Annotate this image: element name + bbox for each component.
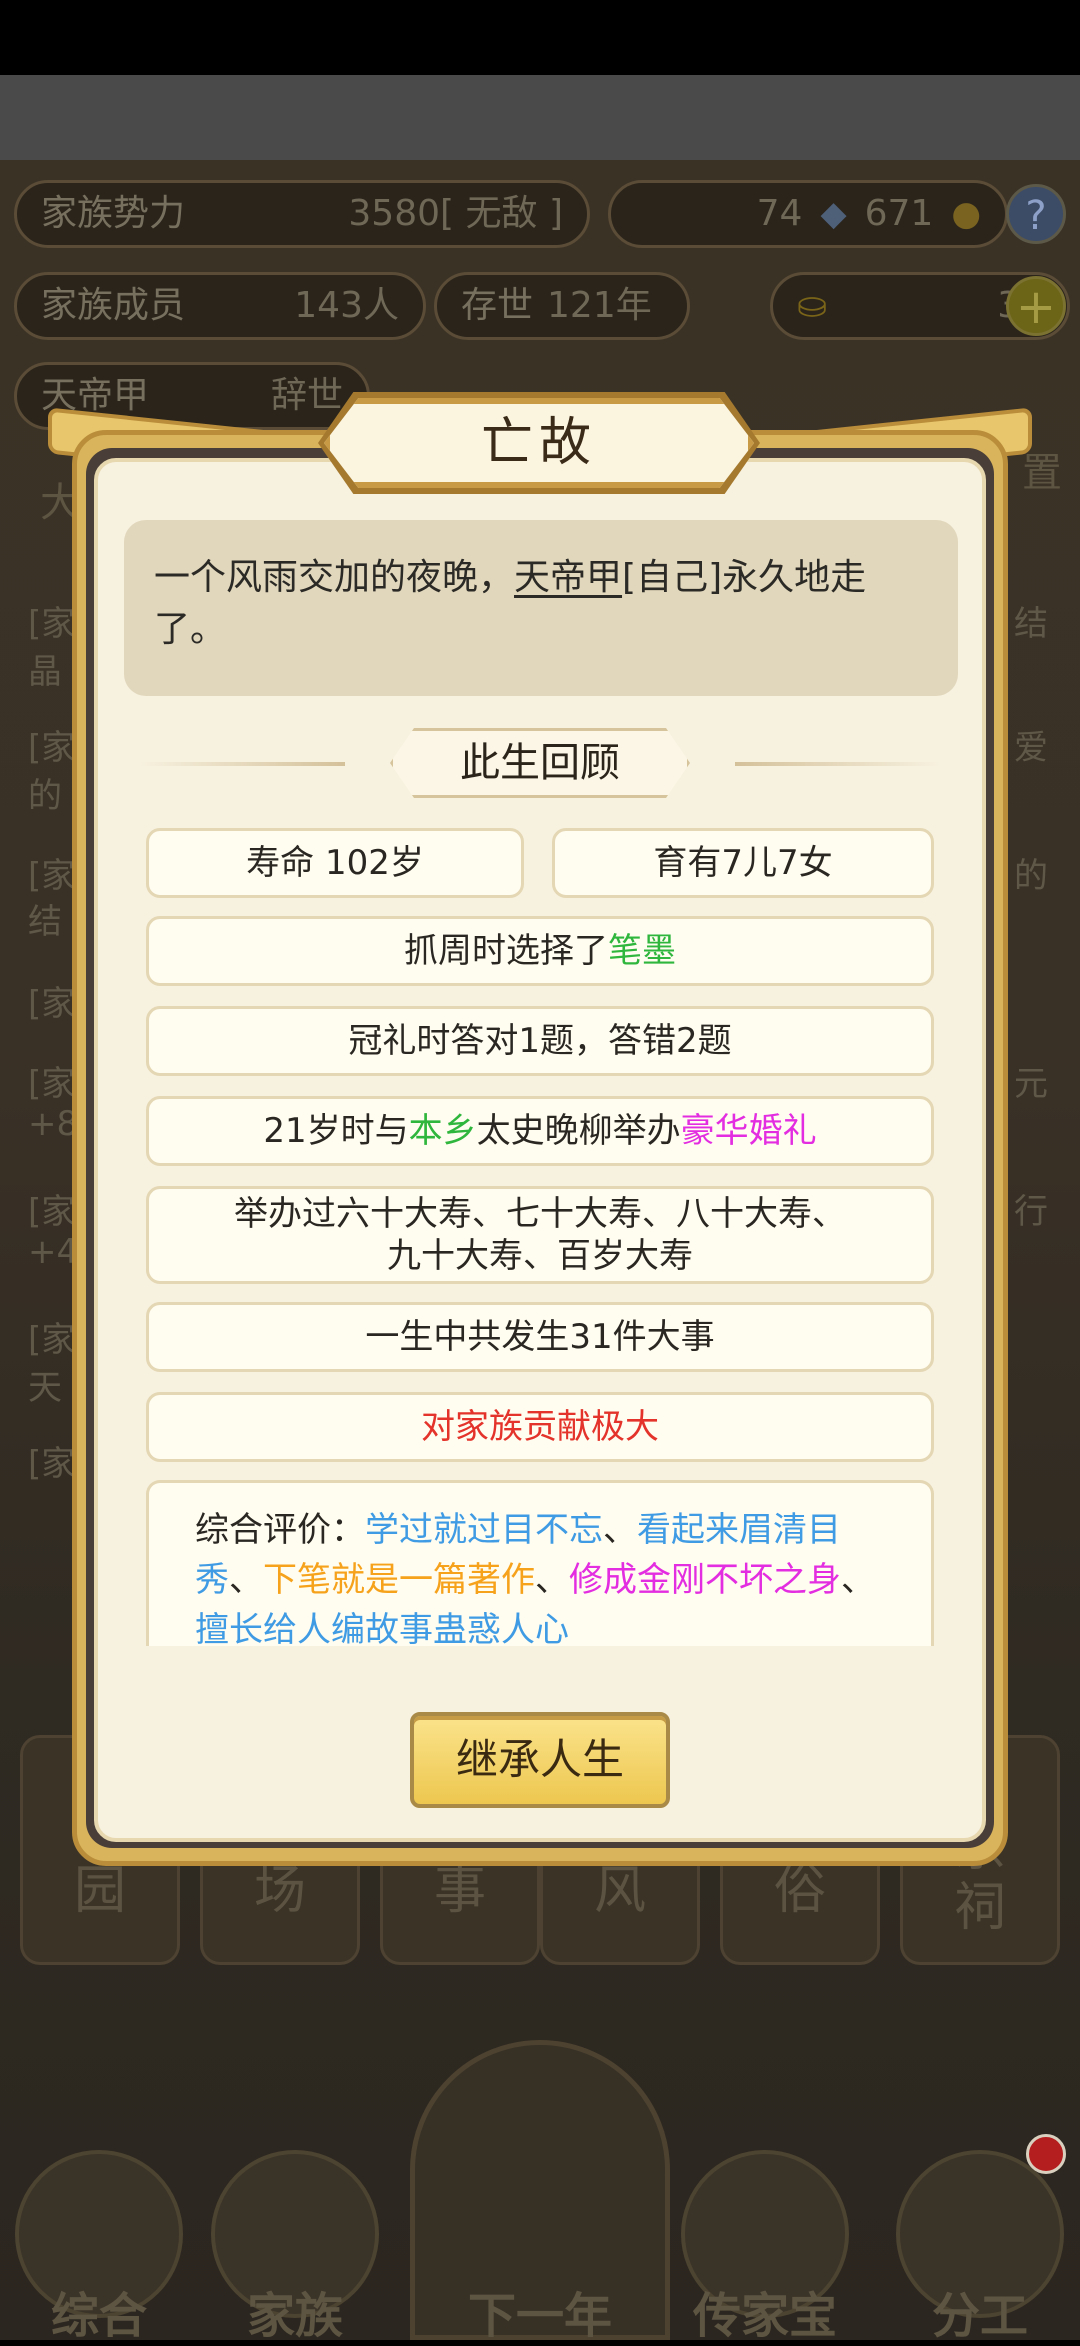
lifespan-item: 寿命 102岁 bbox=[146, 828, 524, 898]
top-bar bbox=[0, 75, 1080, 160]
existence-pill: 存世 121年 bbox=[434, 272, 690, 340]
add-gold-button[interactable]: + bbox=[1006, 276, 1066, 336]
family-power-rank: [ 无敌 ] bbox=[440, 193, 563, 234]
section-heading: 此生回顾 bbox=[140, 728, 940, 798]
divider bbox=[735, 762, 940, 766]
question-icon: ? bbox=[1025, 193, 1047, 239]
dialog-title: 亡故 bbox=[480, 413, 597, 473]
existence-label: 存世 bbox=[461, 285, 534, 326]
divider bbox=[140, 762, 345, 766]
currency-pill: 74 ◆ 671 ● bbox=[608, 180, 1008, 248]
inherit-life-button[interactable]: 继承人生 bbox=[410, 1712, 670, 1808]
nav-heirloom[interactable]: 传家宝 bbox=[680, 2150, 850, 2344]
family-power-value: 3580 bbox=[348, 193, 441, 234]
coin-icon: ● bbox=[951, 194, 981, 234]
status-bar bbox=[0, 0, 1080, 75]
events-item: 一生中共发生31件大事 bbox=[146, 1302, 934, 1372]
nav-division[interactable]: 分工 bbox=[895, 2150, 1065, 2344]
birthdays-item: 举办过六十大寿、七十大寿、八十大寿、 九十大寿、百岁大寿 bbox=[146, 1186, 934, 1284]
notification-dot bbox=[1026, 2134, 1066, 2174]
members-pill: 家族成员 143人 bbox=[14, 272, 426, 340]
children-item: 育有7儿7女 bbox=[552, 828, 934, 898]
help-button[interactable]: ? bbox=[1006, 184, 1066, 244]
plus-icon: + bbox=[1015, 279, 1057, 335]
contribution-item: 对家族贡献极大 bbox=[146, 1392, 934, 1462]
nav-next-year[interactable]: 下一年 bbox=[440, 2150, 640, 2344]
overall-evaluation[interactable]: 综合评价：学过就过目不忘、看起来眉清目秀、下笔就是一篇著作、修成金刚不坏之身、擅… bbox=[146, 1480, 934, 1646]
wedding-item: 21岁时与 本乡 太史晚柳举办 豪华婚礼 bbox=[146, 1096, 934, 1166]
nav-general[interactable]: 综合 bbox=[14, 2150, 184, 2344]
silver-value: 74 bbox=[756, 193, 803, 234]
silver-icon: ◆ bbox=[820, 194, 847, 234]
members-value: 143人 bbox=[294, 285, 399, 326]
nav-family[interactable]: 家族 bbox=[210, 2150, 380, 2344]
family-power-pill: 家族势力 3580[ 无敌 ] bbox=[14, 180, 590, 248]
death-message: 一个风雨交加的夜晚，天帝甲[自己]永久地走了。 bbox=[124, 520, 958, 696]
existence-value: 121年 bbox=[547, 285, 652, 326]
section-title: 此生回顾 bbox=[390, 728, 690, 798]
family-power-label: 家族势力 bbox=[41, 193, 186, 234]
deceased-name[interactable]: 天帝甲 bbox=[514, 557, 622, 598]
gold-ingot-icon: ⛀ bbox=[797, 285, 828, 326]
capping-item: 冠礼时答对1题，答错2题 bbox=[146, 1006, 934, 1076]
copper-value: 671 bbox=[864, 193, 934, 234]
members-label: 家族成员 bbox=[41, 285, 186, 326]
zhuazhou-item: 抓周时选择了 笔墨 bbox=[146, 916, 934, 986]
